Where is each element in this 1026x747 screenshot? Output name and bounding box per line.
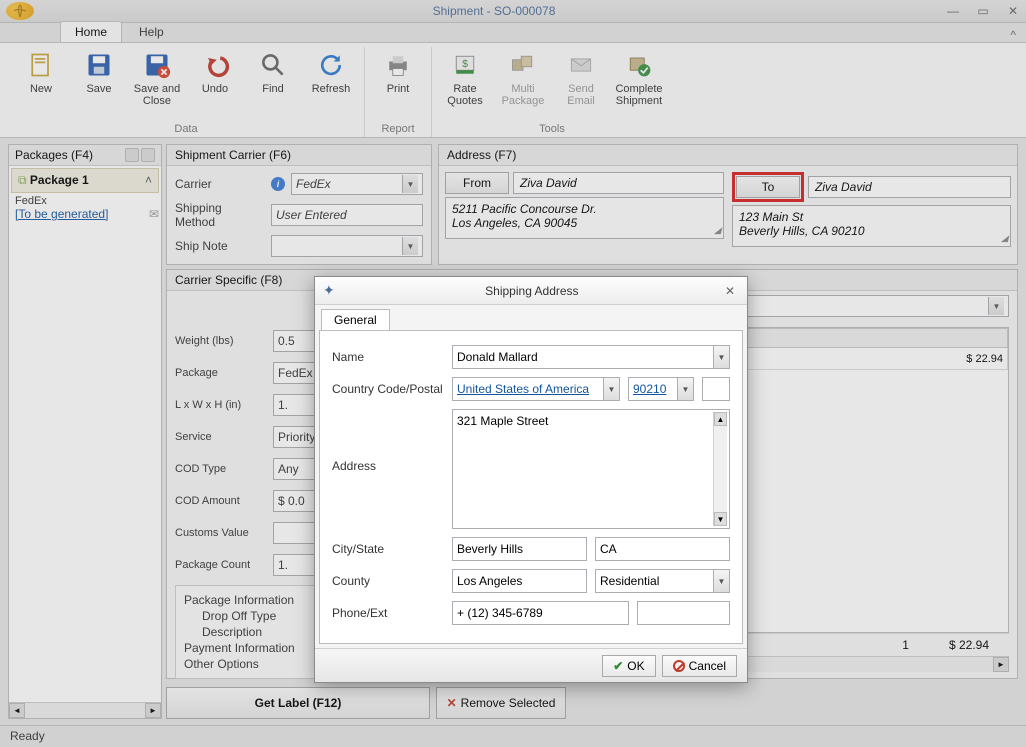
dialog-title: Shipping Address bbox=[343, 284, 721, 298]
phone-input[interactable]: + (12) 345-6789 bbox=[452, 601, 629, 625]
tab-general[interactable]: General bbox=[321, 309, 390, 330]
residential-combo[interactable]: Residential▼ bbox=[595, 569, 730, 593]
county-input[interactable]: Los Angeles bbox=[452, 569, 587, 593]
address-textarea[interactable]: 321 Maple Street ▲▼ bbox=[452, 409, 730, 529]
postal-combo[interactable]: 90210▼ bbox=[628, 377, 694, 401]
state-input[interactable]: CA bbox=[595, 537, 730, 561]
city-input[interactable]: Beverly Hills bbox=[452, 537, 587, 561]
name-combo[interactable]: Donald Mallard▼ bbox=[452, 345, 730, 369]
cancel-button[interactable]: Cancel bbox=[662, 655, 737, 677]
textarea-scrollbar[interactable]: ▲▼ bbox=[713, 412, 727, 526]
country-combo[interactable]: United States of America▼ bbox=[452, 377, 620, 401]
dialog-logo-icon: ✦ bbox=[323, 282, 335, 299]
ext-input[interactable] bbox=[637, 601, 730, 625]
shipping-address-dialog: ✦ Shipping Address ✕ General Name Donald… bbox=[314, 276, 748, 683]
ok-button[interactable]: ✔OK bbox=[602, 655, 655, 677]
dialog-close-icon[interactable]: ✕ bbox=[721, 284, 739, 298]
cancel-icon bbox=[673, 660, 685, 672]
postal-ext-input[interactable] bbox=[702, 377, 730, 401]
check-icon: ✔ bbox=[613, 659, 623, 673]
